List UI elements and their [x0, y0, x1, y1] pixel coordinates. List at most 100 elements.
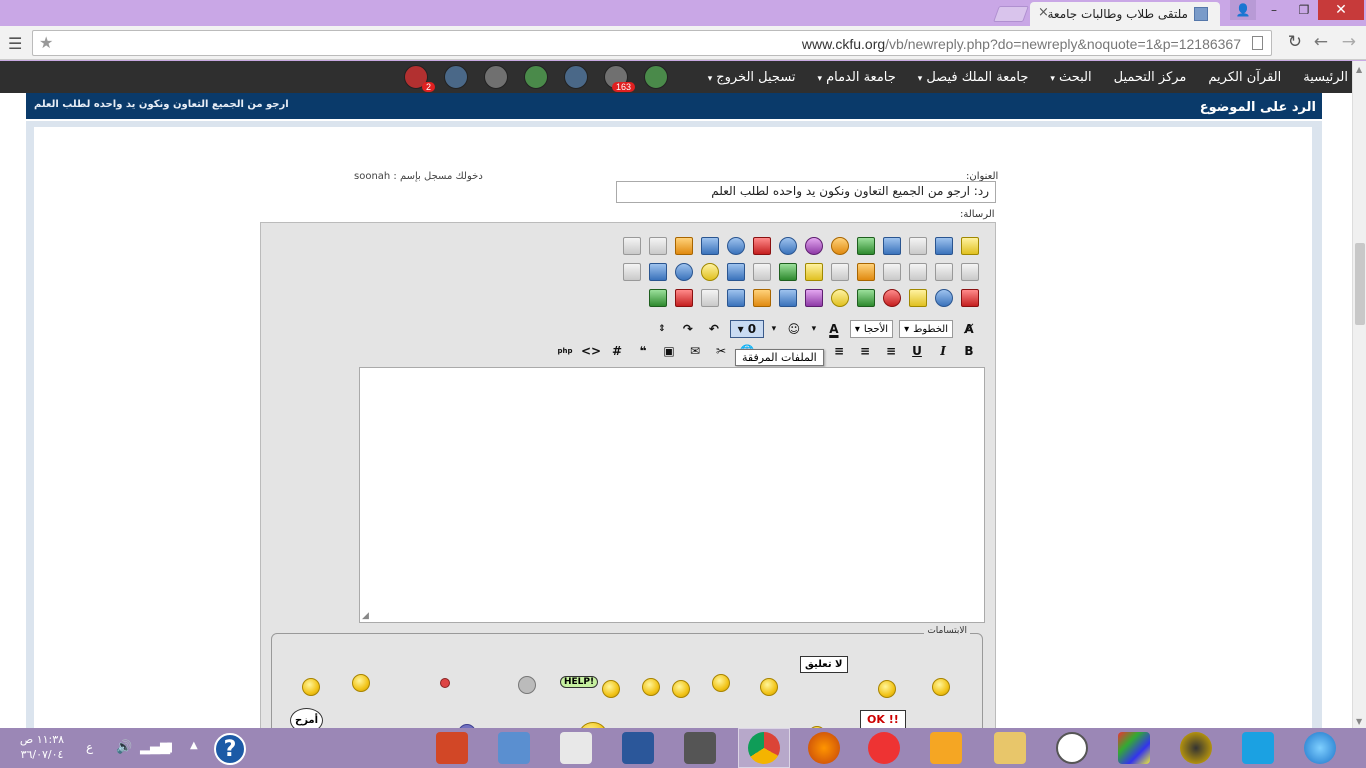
minimize-button[interactable]: –	[1260, 0, 1288, 20]
bookmark-star-icon[interactable]: ★	[39, 33, 53, 52]
horizontal-rule-icon[interactable]	[753, 263, 771, 281]
bold-icon[interactable]: B	[959, 342, 979, 360]
nav-item-logout[interactable]: تسجيل الخروج▾	[708, 70, 796, 85]
hand-icon[interactable]	[753, 289, 771, 307]
smiley-bird-icon[interactable]	[518, 676, 536, 694]
flash-blue-icon[interactable]	[779, 237, 797, 255]
font-style-icon[interactable]	[727, 263, 745, 281]
bar-chart-icon[interactable]	[779, 289, 797, 307]
help-icon[interactable]: ?	[214, 733, 246, 765]
message-textarea[interactable]: ◢	[359, 367, 985, 623]
chrome-icon[interactable]	[748, 732, 780, 764]
rocket-app-icon[interactable]	[1242, 732, 1274, 764]
ok-sign-icon[interactable]: OK !!	[860, 710, 906, 729]
image-frame-icon[interactable]	[883, 237, 901, 255]
scroll-down-icon[interactable]: ▼	[1356, 717, 1362, 726]
smiley-cool-icon[interactable]	[932, 678, 950, 696]
ltr-icon[interactable]	[935, 263, 953, 281]
italic-icon[interactable]: I	[933, 342, 953, 360]
remove-format-icon[interactable]	[805, 263, 823, 281]
align-center-icon[interactable]: ≡	[855, 342, 875, 360]
speaker-app-icon[interactable]	[1180, 732, 1212, 764]
scroll-up-icon[interactable]: ▲	[1356, 65, 1362, 74]
download-icon[interactable]	[779, 263, 797, 281]
scroll-thumb[interactable]	[1355, 243, 1365, 325]
red-box-icon[interactable]	[675, 289, 693, 307]
image-icon[interactable]: ▣	[659, 342, 679, 360]
subject-input[interactable]: رد: ارجو من الجميع التعاون ونكون يد واحد…	[616, 181, 996, 203]
groups-icon[interactable]	[564, 65, 588, 89]
help-sign-icon[interactable]: HELP!	[560, 676, 599, 688]
warning-icon[interactable]	[909, 289, 927, 307]
smiley-kiss-icon[interactable]	[352, 674, 370, 692]
font-family-select[interactable]: الخطوط ▾	[899, 320, 953, 338]
language-indicator[interactable]: ع	[86, 740, 93, 754]
friends-icon[interactable]	[524, 65, 548, 89]
page-info-icon[interactable]	[1252, 36, 1263, 50]
quicktime-icon[interactable]	[727, 237, 745, 255]
stats-icon[interactable]	[644, 65, 668, 89]
media-player-icon[interactable]	[701, 237, 719, 255]
resize-icon[interactable]: ⇕	[652, 320, 672, 338]
media-player-app-icon[interactable]	[930, 732, 962, 764]
gallery-icon[interactable]	[675, 237, 693, 255]
smiley-wink-icon[interactable]	[642, 678, 660, 696]
flash-orange-icon[interactable]	[831, 237, 849, 255]
user-profile-icon[interactable]: 👤	[1230, 0, 1256, 20]
email-icon[interactable]: ✉	[685, 342, 705, 360]
smiley-blush-icon[interactable]	[760, 678, 778, 696]
flash-yellow-icon[interactable]	[701, 263, 719, 281]
nav-item-search[interactable]: البحث▾	[1050, 70, 1091, 85]
quote-block-icon[interactable]: ❝	[633, 342, 653, 360]
picture-icon[interactable]	[649, 237, 667, 255]
hash-icon[interactable]: #	[607, 342, 627, 360]
hp-icon[interactable]	[1056, 732, 1088, 764]
internet-explorer-app-icon[interactable]	[1304, 732, 1336, 764]
new-tab-button[interactable]	[993, 6, 1029, 22]
dropdown-arrow-icon[interactable]: ▾	[770, 320, 778, 338]
edit-icon[interactable]	[961, 237, 979, 255]
screen-icon[interactable]	[727, 289, 745, 307]
stop-icon[interactable]	[883, 289, 901, 307]
profile-icon[interactable]	[444, 65, 468, 89]
frame-icon[interactable]	[701, 289, 719, 307]
rtl-icon[interactable]	[909, 263, 927, 281]
nav-item-king-faisal-university[interactable]: جامعة الملك فيصل▾	[918, 70, 1029, 85]
tab-close-icon[interactable]: ×	[1038, 5, 1049, 20]
java-icon[interactable]	[560, 732, 592, 764]
nav-item-upload-center[interactable]: مركز التحميل	[1114, 70, 1187, 85]
align-left-icon[interactable]: ≡	[829, 342, 849, 360]
php-icon[interactable]: php	[555, 342, 575, 360]
delete-icon[interactable]	[961, 289, 979, 307]
smiley-waving-icon[interactable]	[602, 680, 620, 698]
powerpoint-icon[interactable]	[436, 732, 468, 764]
align-right-icon[interactable]: ≡	[881, 342, 901, 360]
nav-item-home[interactable]: الرئيسية	[1303, 70, 1348, 85]
settings-icon[interactable]	[484, 65, 508, 89]
quote-icon[interactable]	[935, 237, 953, 255]
arrows-icon[interactable]	[857, 289, 875, 307]
messages-icon[interactable]: 2	[404, 65, 435, 92]
cut-icon[interactable]	[831, 263, 849, 281]
font-color-icon[interactable]: A	[824, 320, 844, 338]
file-explorer-icon[interactable]	[994, 732, 1026, 764]
highlight-icon[interactable]	[883, 263, 901, 281]
nav-item-dammam-university[interactable]: جامعة الدمام▾	[818, 70, 896, 85]
justify-icon[interactable]	[961, 263, 979, 281]
microphone-icon[interactable]	[684, 732, 716, 764]
font-size-select[interactable]: الأحجا ▾	[849, 320, 894, 338]
unlink-icon[interactable]: ✂	[711, 342, 731, 360]
firefox-icon[interactable]	[808, 732, 840, 764]
back-arrow-icon[interactable]: ←	[1314, 32, 1328, 52]
redo-icon[interactable]: ↷	[678, 320, 698, 338]
url-bar[interactable]: ★ www.ckfu.org/vb/newreply.php?do=newrep…	[32, 30, 1272, 56]
nav-item-quran[interactable]: القرآن الكريم	[1208, 70, 1281, 85]
browser-menu-icon[interactable]: ☰	[8, 34, 22, 53]
attachment-icon[interactable]: 0 ▾	[729, 320, 764, 338]
resize-grip-icon[interactable]: ◢	[362, 611, 369, 621]
system-clock[interactable]: ١١:٣٨ ص ٣٦/٠٧/٠٤	[14, 732, 70, 762]
smiley-happy-icon[interactable]	[878, 680, 896, 698]
maximize-button[interactable]: ❐	[1290, 0, 1318, 20]
tray-expand-icon[interactable]: ▲	[190, 740, 198, 751]
info-icon[interactable]	[935, 289, 953, 307]
